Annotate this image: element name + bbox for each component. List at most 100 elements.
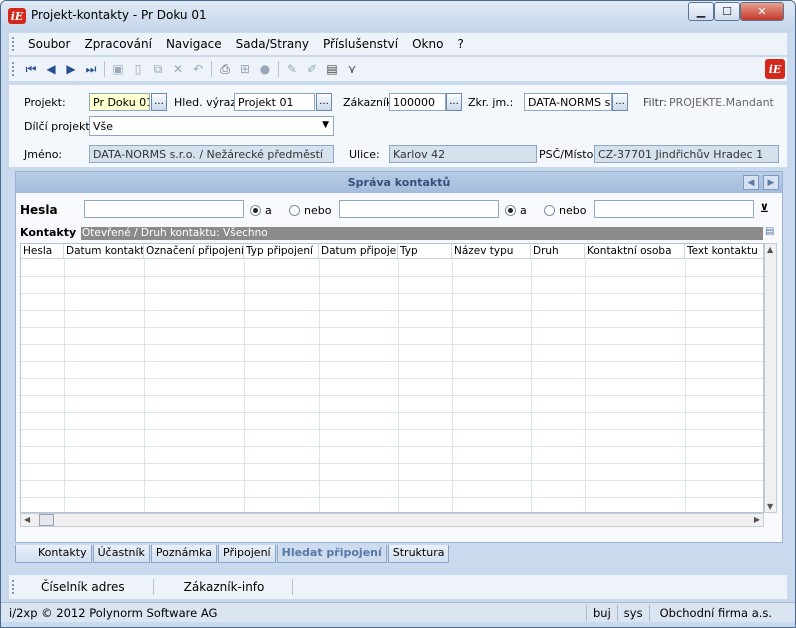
menubar-grip bbox=[12, 37, 15, 51]
pencil-icon[interactable]: ✐ bbox=[302, 59, 322, 79]
tab-poznamka[interactable]: Poznámka bbox=[150, 545, 218, 563]
contacts-filter-bar[interactable]: Otevřené / Druh kontaktu: Všechno bbox=[81, 227, 763, 240]
contacts-panel: Správa kontaktů ◀ ▶ Hesla a nebo a nebo … bbox=[15, 171, 783, 543]
tab-pripojeni[interactable]: Připojení bbox=[218, 545, 276, 563]
first-record-icon[interactable]: ⏮ bbox=[21, 59, 41, 79]
ciselnik-adres-button[interactable]: Číselník adres bbox=[21, 579, 154, 595]
notes-icon[interactable]: ▤ bbox=[322, 59, 342, 79]
previous-record-icon[interactable]: ◀ bbox=[41, 59, 61, 79]
menu-prislusenstvi[interactable]: Příslušenství bbox=[316, 37, 405, 51]
zakaznik-field[interactable]: 100000 bbox=[389, 93, 446, 111]
close-button[interactable]: ✕ bbox=[740, 2, 784, 21]
new-icon[interactable]: ▯ bbox=[128, 59, 148, 79]
maximize-icon: ☐ bbox=[722, 5, 732, 18]
print-icon[interactable]: ⎙ bbox=[215, 59, 235, 79]
col-oznaceni-pripojeni[interactable]: Označení připojení bbox=[144, 244, 244, 258]
psc-field: CZ-37701 Jindřichův Hradec 1 bbox=[594, 145, 779, 163]
undo-icon[interactable]: ↶ bbox=[188, 59, 208, 79]
menu-soubor[interactable]: Soubor bbox=[21, 37, 77, 51]
bottom-button-bar: Číselník adres Zákazník-info bbox=[9, 575, 787, 599]
tree-icon[interactable]: ⊞ bbox=[235, 59, 255, 79]
contacts-grid[interactable]: Hesla Datum kontaktu Označení připojení … bbox=[20, 243, 764, 513]
panel-prev-button[interactable]: ◀ bbox=[743, 175, 759, 190]
edit-icon[interactable]: ✎ bbox=[282, 59, 302, 79]
grid-settings-icon[interactable]: ▤ bbox=[765, 226, 774, 237]
radio-nebo-2[interactable] bbox=[544, 205, 555, 216]
zakaznik-lookup-button[interactable]: ... bbox=[446, 93, 462, 111]
jmeno-label: Jméno: bbox=[24, 148, 63, 161]
scroll-thumb[interactable] bbox=[39, 514, 54, 526]
menu-okno[interactable]: Okno bbox=[405, 37, 450, 51]
scroll-left-icon[interactable]: ◀ bbox=[24, 515, 30, 524]
tab-kontakty[interactable]: Kontakty bbox=[15, 545, 92, 563]
menu-help[interactable]: ? bbox=[450, 37, 470, 51]
filter-icon[interactable]: ⋎ bbox=[342, 59, 362, 79]
zkr-field[interactable]: DATA-NORMS s bbox=[524, 93, 612, 111]
col-typ[interactable]: Typ bbox=[398, 244, 452, 258]
tab-ucastnik[interactable]: Účastník bbox=[92, 545, 150, 563]
col-nazev-typu[interactable]: Název typu bbox=[452, 244, 531, 258]
save-icon[interactable]: ▣ bbox=[108, 59, 128, 79]
maximize-button[interactable]: ☐ bbox=[714, 2, 740, 21]
status-bar: i/2xp © 2012 Polynorm Software AG buj sy… bbox=[1, 602, 795, 622]
scroll-down-icon[interactable]: ▼ bbox=[767, 502, 773, 511]
zakaznik-info-button[interactable]: Zákazník-info bbox=[154, 579, 294, 595]
projekt-lookup-button[interactable]: ... bbox=[151, 93, 167, 111]
delete-icon[interactable]: ✕ bbox=[168, 59, 188, 79]
dilci-select[interactable]: Vše ▼ bbox=[89, 116, 334, 136]
minimize-button[interactable]: ▁ bbox=[688, 2, 714, 21]
projekt-field[interactable]: Pr Doku 01 bbox=[89, 93, 150, 111]
copy-icon[interactable]: ⧉ bbox=[148, 59, 168, 79]
toolbar-separator bbox=[211, 61, 212, 77]
next-record-icon[interactable]: ▶ bbox=[61, 59, 81, 79]
menu-sada-strany[interactable]: Sada/Strany bbox=[229, 37, 316, 51]
toolbar-separator bbox=[278, 61, 279, 77]
projekt-label: Projekt: bbox=[24, 96, 66, 109]
hesla-input-3[interactable] bbox=[594, 200, 754, 218]
filter-clear-icon[interactable]: ⊻ bbox=[760, 202, 769, 215]
col-hesla[interactable]: Hesla bbox=[21, 244, 64, 258]
dilci-label: Dílčí projekt: bbox=[24, 120, 94, 133]
col-typ-pripojeni[interactable]: Typ připojení bbox=[244, 244, 319, 258]
grid-header: Hesla Datum kontaktu Označení připojení … bbox=[21, 244, 763, 259]
status-company: Obchodní firma a.s. bbox=[659, 605, 773, 620]
hled-field[interactable]: Projekt 01 bbox=[234, 93, 315, 111]
scroll-right-icon[interactable]: ▶ bbox=[754, 515, 760, 524]
zkr-lookup-button[interactable]: ... bbox=[612, 93, 628, 111]
col-datum-kontaktu[interactable]: Datum kontaktu bbox=[64, 244, 144, 258]
last-record-icon[interactable]: ⏭ bbox=[81, 59, 101, 79]
close-icon: ✕ bbox=[757, 5, 767, 18]
title-bar[interactable]: iE Projekt-kontakty - Pr Doku 01 ▁ ☐ ✕ bbox=[1, 1, 795, 31]
radio-a-1[interactable] bbox=[250, 205, 261, 216]
radio-nebo-1[interactable] bbox=[289, 205, 300, 216]
scroll-up-icon[interactable]: ▲ bbox=[767, 245, 773, 254]
status-user: buj bbox=[587, 604, 618, 621]
disabled-circle-icon[interactable]: ● bbox=[255, 59, 275, 79]
panel-next-button[interactable]: ▶ bbox=[763, 175, 779, 190]
tab-struktura[interactable]: Struktura bbox=[387, 545, 450, 563]
tab-hledat-pripojeni[interactable]: Hledat připojení bbox=[276, 545, 387, 563]
radio-a-2[interactable] bbox=[505, 205, 516, 216]
menu-bar: Soubor Zpracování Navigace Sada/Strany P… bbox=[9, 33, 787, 55]
hled-lookup-button[interactable]: ... bbox=[316, 93, 332, 111]
radio-nebo-2-label: nebo bbox=[559, 204, 587, 217]
window-title: Projekt-kontakty - Pr Doku 01 bbox=[31, 8, 207, 22]
menu-navigace[interactable]: Navigace bbox=[159, 37, 229, 51]
panel-title: Správa kontaktů bbox=[347, 176, 451, 189]
toolbar-grip bbox=[12, 62, 15, 76]
col-text-kontaktu[interactable]: Text kontaktu bbox=[685, 244, 763, 258]
col-datum-pripojeni[interactable]: Datum připojení bbox=[319, 244, 398, 258]
bottombar-grip bbox=[12, 580, 15, 594]
status-db: sys bbox=[618, 604, 650, 621]
grid-vertical-scrollbar[interactable]: ▲ ▼ bbox=[764, 243, 777, 513]
application-window: iE Projekt-kontakty - Pr Doku 01 ▁ ☐ ✕ S… bbox=[0, 0, 796, 628]
toolbar-separator bbox=[104, 61, 105, 77]
toolbar: ⏮ ◀ ▶ ⏭ ▣ ▯ ⧉ ✕ ↶ ⎙ ⊞ ● ✎ ✐ ▤ ⋎ iE bbox=[9, 57, 787, 81]
toolbar-logo: iE bbox=[765, 59, 785, 79]
grid-horizontal-scrollbar[interactable]: ◀ ▶ bbox=[20, 513, 764, 527]
col-druh[interactable]: Druh bbox=[531, 244, 585, 258]
menu-zpracovani[interactable]: Zpracování bbox=[77, 37, 158, 51]
col-kontaktni-osoba[interactable]: Kontaktní osoba bbox=[585, 244, 685, 258]
hesla-input-1[interactable] bbox=[84, 200, 244, 218]
hesla-input-2[interactable] bbox=[339, 200, 499, 218]
